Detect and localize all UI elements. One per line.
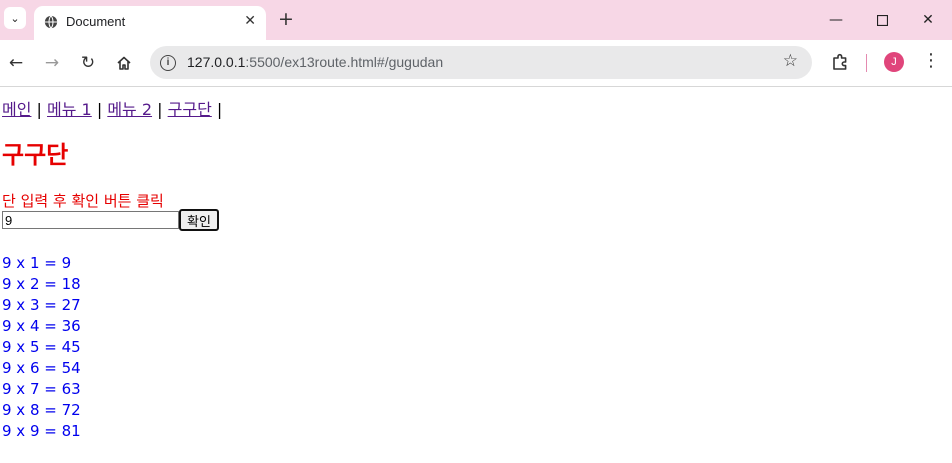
nav-separator: | — [96, 100, 103, 119]
result-row: 9 x 5 = 45 — [2, 338, 81, 356]
url-path: :5500/ex13route.html#/gugudan — [245, 54, 444, 70]
result-row: 9 x 3 = 27 — [2, 296, 81, 314]
address-bar[interactable]: i 127.0.0.1:5500/ex13route.html#/gugudan… — [150, 46, 812, 79]
nav-separator: | — [157, 100, 163, 119]
close-window-icon[interactable]: ✕ — [917, 9, 939, 31]
route-nav: 메인 | 메뉴 1 | 메뉴 2 | 구구단 | — [2, 96, 222, 120]
more-menu-icon[interactable]: ⋮ — [922, 51, 940, 71]
maximize-icon[interactable] — [871, 9, 893, 31]
reload-icon[interactable]: ↻ — [77, 52, 99, 74]
result-row: 9 x 6 = 54 — [2, 359, 81, 377]
result-row: 9 x 2 = 18 — [2, 275, 81, 293]
nav-link-gugudan[interactable]: 구구단 — [168, 100, 212, 119]
nav-link-main[interactable]: 메인 — [2, 100, 31, 119]
url-text: 127.0.0.1:5500/ex13route.html#/gugudan — [187, 54, 443, 70]
tab-document[interactable]: Document ✕ — [34, 6, 266, 40]
nav-separator: | — [216, 100, 223, 119]
nav-separator: | — [36, 100, 42, 119]
result-row: 9 x 4 = 36 — [2, 317, 81, 335]
browser-toolbar: ← → ↻ i 127.0.0.1:5500/ex13route.html#/g… — [0, 40, 952, 87]
close-tab-icon[interactable]: ✕ — [244, 13, 256, 29]
home-icon[interactable] — [113, 52, 135, 74]
profile-avatar[interactable]: J — [884, 52, 904, 72]
title-bar: ⌄ Document ✕ + — ✕ — [0, 0, 952, 40]
instruction-text: 단 입력 후 확인 버튼 클릭 — [2, 192, 164, 210]
result-row: 9 x 7 = 63 — [2, 380, 81, 398]
bookmark-star-icon[interactable]: ☆ — [783, 51, 798, 71]
new-tab-icon[interactable]: + — [278, 8, 294, 30]
nav-link-menu1[interactable]: 메뉴 1 — [47, 100, 92, 119]
site-info-icon[interactable]: i — [160, 55, 176, 71]
nav-link-menu2[interactable]: 메뉴 2 — [107, 100, 152, 119]
dan-input[interactable] — [2, 211, 179, 229]
minimize-icon[interactable]: — — [825, 9, 847, 31]
confirm-button[interactable]: 확인 — [179, 209, 219, 231]
globe-icon — [44, 15, 58, 29]
chevron-down-icon: ⌄ — [10, 11, 20, 25]
result-row: 9 x 9 = 81 — [2, 422, 81, 440]
page-title: 구구단 — [2, 141, 69, 169]
result-row: 9 x 8 = 72 — [2, 401, 81, 419]
url-host: 127.0.0.1 — [187, 54, 246, 70]
tab-search-button[interactable]: ⌄ — [4, 7, 26, 29]
extensions-icon[interactable] — [830, 52, 850, 72]
toolbar-divider — [866, 54, 867, 72]
back-icon[interactable]: ← — [5, 52, 27, 74]
multiplication-results: 9 x 1 = 9 9 x 2 = 18 9 x 3 = 27 9 x 4 = … — [2, 253, 81, 442]
forward-icon[interactable]: → — [41, 52, 63, 74]
tab-title: Document — [66, 14, 126, 29]
result-row: 9 x 1 = 9 — [2, 254, 72, 272]
